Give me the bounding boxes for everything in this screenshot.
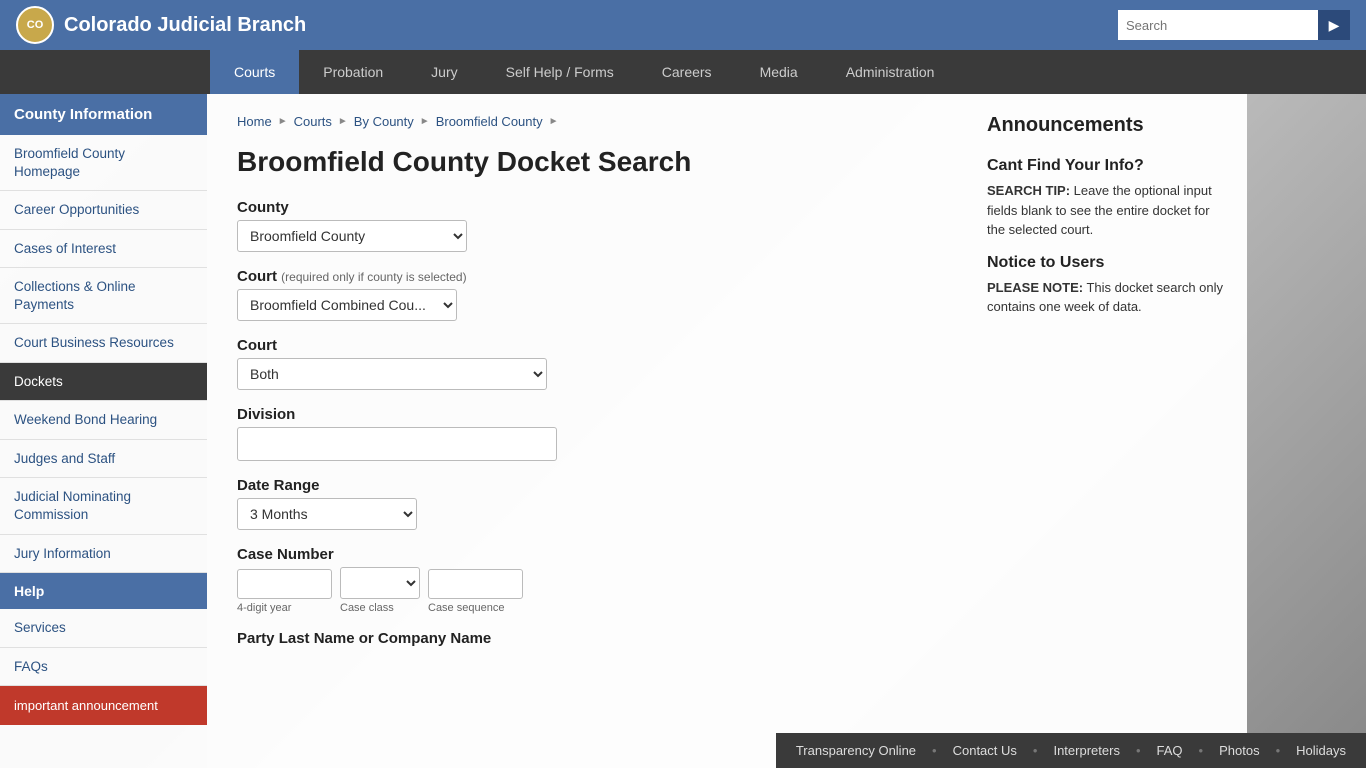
search-button[interactable]: ▶ (1318, 10, 1350, 40)
division-label: Division (237, 406, 937, 423)
date-range-group: Date Range 3 Months 1 Month 6 Months 1 Y… (237, 477, 937, 530)
notice-to-users-title: Notice to Users (987, 254, 1227, 272)
court-type-group: Court Both District County (237, 337, 937, 390)
breadcrumb: Home ► Courts ► By County ► Broomfield C… (237, 114, 937, 129)
please-note-label: PLEASE NOTE: (987, 280, 1083, 295)
footer-link-photos[interactable]: Photos (1219, 743, 1259, 758)
sidebar-item-court-business[interactable]: Court Business Resources (0, 324, 207, 363)
footer-link-holidays[interactable]: Holidays (1296, 743, 1346, 758)
site-title: Colorado Judicial Branch (64, 14, 306, 37)
footer-link-interpreters[interactable]: Interpreters (1053, 743, 1119, 758)
breadcrumb-sep-4: ► (549, 116, 559, 127)
sidebar-item-services[interactable]: Services (0, 609, 207, 648)
right-panel: Announcements Cant Find Your Info? SEARC… (967, 94, 1247, 768)
case-year-input[interactable] (237, 569, 332, 599)
important-announcement-banner[interactable]: important announcement (0, 686, 207, 725)
search-bar: ▶ (1118, 10, 1350, 40)
case-number-label: Case Number (237, 546, 937, 563)
breadcrumb-sep-1: ► (278, 116, 288, 127)
sidebar: County Information Broomfield County Hom… (0, 94, 207, 768)
sidebar-item-dockets[interactable]: Dockets (0, 363, 207, 402)
footer-link-faq[interactable]: FAQ (1157, 743, 1183, 758)
search-tip-text: SEARCH TIP: Leave the optional input fie… (987, 181, 1227, 240)
court-type-label: Court (237, 337, 937, 354)
main-content: Home ► Courts ► By County ► Broomfield C… (207, 94, 967, 768)
case-year-label: 4-digit year (237, 602, 332, 614)
case-seq-field: Case sequence (428, 569, 523, 614)
sidebar-item-career-opportunities[interactable]: Career Opportunities (0, 191, 207, 230)
breadcrumb-courts[interactable]: Courts (294, 114, 332, 129)
court-required-select[interactable]: Broomfield Combined Cou... (237, 289, 457, 321)
case-class-field: Case class (340, 567, 420, 614)
sidebar-item-judges[interactable]: Judges and Staff (0, 440, 207, 479)
court-note: (required only if county is selected) (281, 270, 466, 284)
site-header: CO Colorado Judicial Branch ▶ (0, 0, 1366, 50)
court-required-group: Court (required only if county is select… (237, 268, 937, 321)
announcements-title: Announcements (987, 114, 1227, 137)
sidebar-item-judicial-nominating[interactable]: Judicial Nominating Commission (0, 478, 207, 534)
sidebar-item-weekend-bond[interactable]: Weekend Bond Hearing (0, 401, 207, 440)
county-label: County (237, 199, 937, 216)
case-number-group: Case Number 4-digit year Case class Case… (237, 546, 937, 614)
sidebar-help-section: Help (0, 573, 207, 609)
sidebar-item-jury-information[interactable]: Jury Information (0, 535, 207, 574)
division-group: Division (237, 406, 937, 461)
footer-link-transparency[interactable]: Transparency Online (796, 743, 916, 758)
sidebar-section-title: County Information (0, 94, 207, 135)
main-nav: Courts Probation Jury Self Help / Forms … (0, 50, 1366, 94)
party-name-label: Party Last Name or Company Name (237, 630, 937, 647)
logo-icon: CO (16, 6, 54, 44)
case-seq-input[interactable] (428, 569, 523, 599)
nav-item-administration[interactable]: Administration (822, 50, 959, 94)
cant-find-title: Cant Find Your Info? (987, 157, 1227, 175)
page-title: Broomfield County Docket Search (237, 145, 937, 179)
breadcrumb-by-county[interactable]: By County (354, 114, 414, 129)
nav-item-careers[interactable]: Careers (638, 50, 736, 94)
breadcrumb-sep-3: ► (420, 116, 430, 127)
case-seq-label: Case sequence (428, 602, 523, 614)
breadcrumb-sep-2: ► (338, 116, 348, 127)
county-group: County Broomfield County Adams County Ar… (237, 199, 937, 252)
case-year-field: 4-digit year (237, 569, 332, 614)
division-input[interactable] (237, 427, 557, 461)
court-type-select[interactable]: Both District County (237, 358, 547, 390)
body-wrap: County Information Broomfield County Hom… (0, 94, 1366, 768)
date-range-select[interactable]: 3 Months 1 Month 6 Months 1 Year (237, 498, 417, 530)
date-range-label: Date Range (237, 477, 937, 494)
breadcrumb-home[interactable]: Home (237, 114, 272, 129)
sidebar-item-broomfield-homepage[interactable]: Broomfield County Homepage (0, 135, 207, 191)
nav-item-media[interactable]: Media (736, 50, 822, 94)
court-required-label: Court (required only if county is select… (237, 268, 937, 285)
search-tip-label: SEARCH TIP: (987, 183, 1070, 198)
nav-item-probation[interactable]: Probation (299, 50, 407, 94)
sidebar-item-cases-of-interest[interactable]: Cases of Interest (0, 230, 207, 269)
sidebar-item-collections[interactable]: Collections & Online Payments (0, 268, 207, 324)
case-class-label: Case class (340, 602, 420, 614)
breadcrumb-broomfield-county[interactable]: Broomfield County (436, 114, 543, 129)
case-class-select[interactable] (340, 567, 420, 599)
party-name-group: Party Last Name or Company Name (237, 630, 937, 647)
footer-link-contact[interactable]: Contact Us (953, 743, 1017, 758)
footer: Transparency Online • Contact Us • Inter… (776, 733, 1366, 768)
header-left: CO Colorado Judicial Branch (16, 6, 306, 44)
please-note-text: PLEASE NOTE: This docket search only con… (987, 278, 1227, 317)
nav-item-jury[interactable]: Jury (407, 50, 481, 94)
county-select[interactable]: Broomfield County Adams County Arapahoe … (237, 220, 467, 252)
sidebar-item-faqs[interactable]: FAQs (0, 648, 207, 687)
case-number-row: 4-digit year Case class Case sequence (237, 567, 937, 614)
nav-item-courts[interactable]: Courts (210, 50, 299, 94)
nav-item-selfhelp[interactable]: Self Help / Forms (482, 50, 638, 94)
search-input[interactable] (1118, 10, 1318, 40)
